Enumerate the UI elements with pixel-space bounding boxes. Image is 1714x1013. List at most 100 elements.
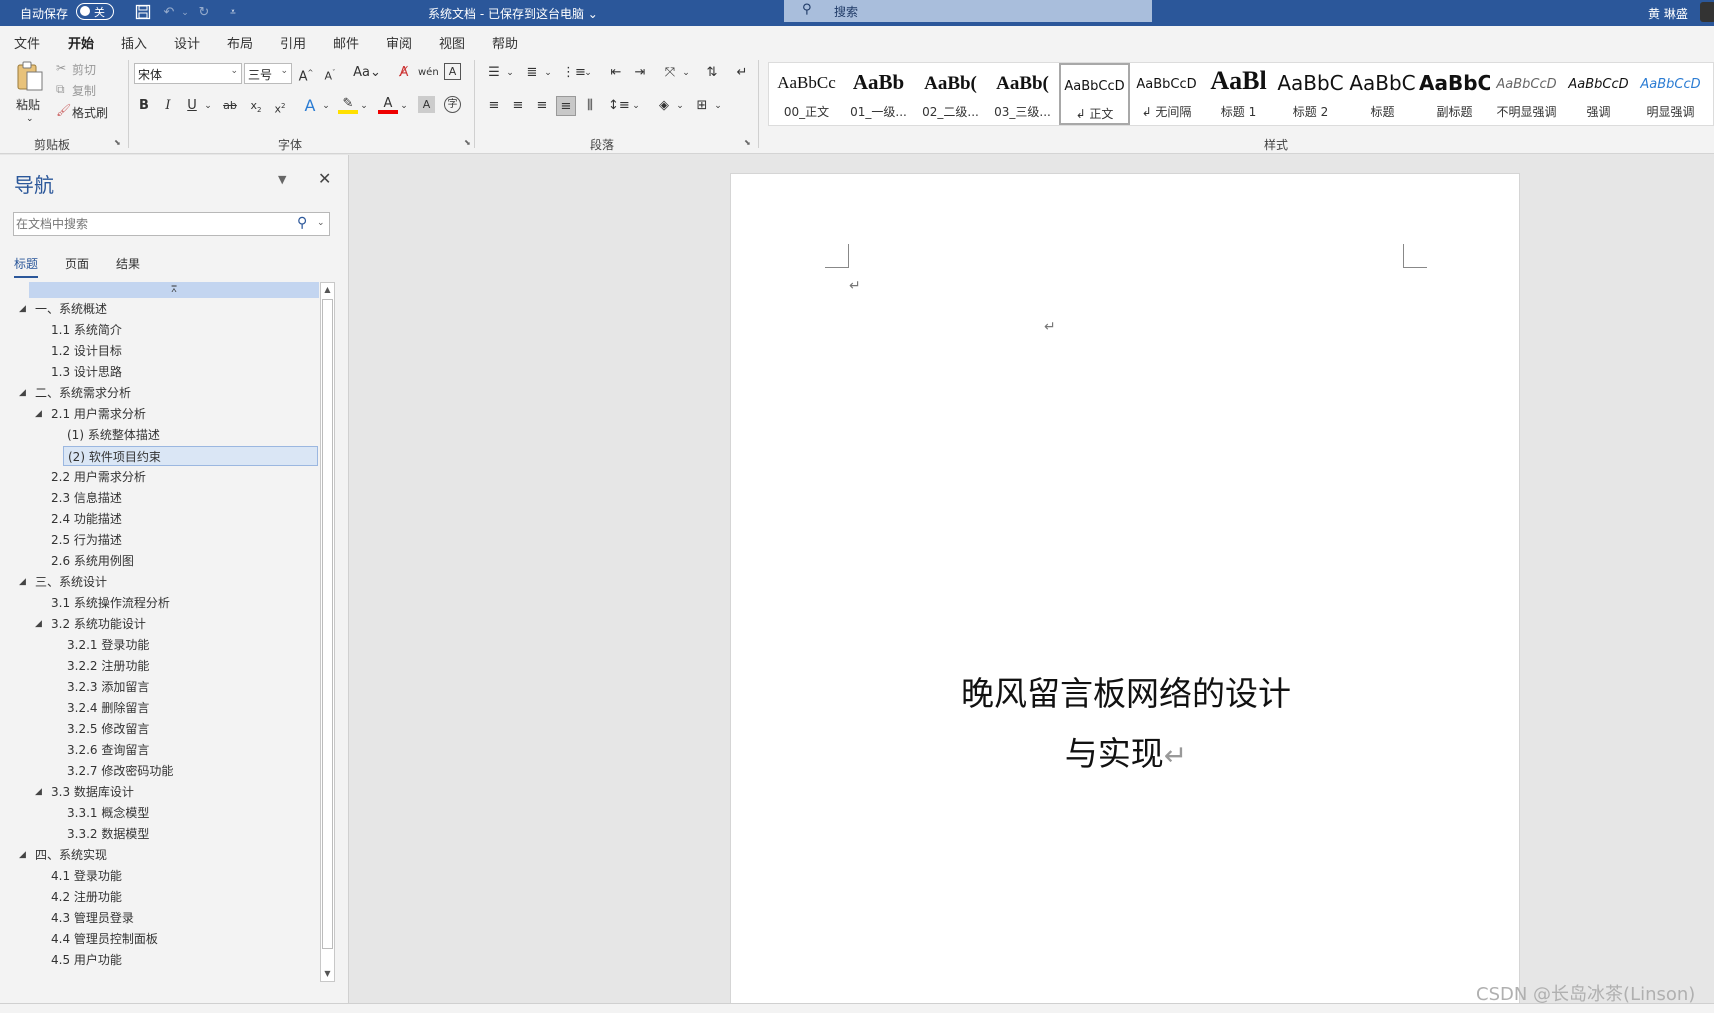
font-launcher-icon[interactable]: ⬊ — [464, 138, 471, 147]
collapse-triangle-icon[interactable]: ◢ — [35, 614, 42, 634]
paste-button[interactable]: 粘贴 — [16, 96, 40, 113]
nav-heading-item[interactable]: 4.2 注册功能 — [51, 887, 122, 907]
style-intense-emphasis[interactable]: AaBbCcD 明显强调 — [1635, 63, 1706, 125]
font-color-dropdown-icon[interactable]: ⌄ — [394, 96, 414, 116]
tell-me-search[interactable]: ⚲ 搜索 — [784, 0, 1152, 22]
numbering-dropdown-icon[interactable]: ⌄ — [538, 63, 558, 83]
nav-tab-pages[interactable]: 页面 — [65, 255, 89, 272]
autosave-toggle[interactable]: 关 — [76, 3, 114, 20]
character-border-icon[interactable]: A — [444, 63, 461, 80]
nav-heading-item[interactable]: 2.4 功能描述 — [51, 509, 122, 529]
nav-heading-item[interactable]: 3.2.6 查询留言 — [67, 740, 149, 760]
nav-heading-item[interactable]: 4.4 管理员控制面板 — [51, 929, 158, 949]
italic-icon[interactable]: I — [158, 96, 178, 116]
style-heading-1[interactable]: AaBl 标题 1 — [1203, 63, 1274, 125]
nav-heading-item[interactable]: 2.5 行为描述 — [51, 530, 122, 550]
tab-layout[interactable]: 布局 — [227, 33, 253, 52]
character-shading-icon[interactable]: A — [418, 96, 435, 113]
sort-icon[interactable]: ⇅ — [702, 63, 722, 83]
align-left-icon[interactable]: ≡ — [484, 96, 504, 116]
tab-view[interactable]: 视图 — [439, 33, 465, 52]
nav-heading-item[interactable]: 五、总结 — [35, 971, 83, 972]
document-title[interactable]: 系统文档 - 已保存到这台电脑 ⌄ — [428, 5, 598, 22]
nav-heading-item[interactable]: ◢ 一、系统概述 — [19, 299, 107, 319]
distributed-icon[interactable]: ⫼ — [580, 96, 600, 116]
document-title-line-1[interactable]: 晚风留言板网络的设计 — [731, 667, 1521, 715]
superscript-icon[interactable]: x2 — [270, 96, 290, 116]
nav-heading-item[interactable]: 2.3 信息描述 — [51, 488, 122, 508]
tab-home[interactable]: 开始 — [68, 33, 95, 57]
format-painter-button[interactable]: 格式刷 — [72, 104, 108, 121]
user-name[interactable]: 黄 琳盛 — [1648, 5, 1688, 22]
nav-heading-item[interactable]: 3.2.7 修改密码功能 — [67, 761, 173, 781]
line-spacing-icon[interactable]: ↕≡ — [608, 96, 630, 116]
chevron-down-icon[interactable]: ⌄ — [317, 218, 325, 228]
strikethrough-icon[interactable]: ab — [220, 96, 240, 116]
nav-tab-headings[interactable]: 标题 — [14, 255, 39, 278]
collapse-all-icon[interactable]: ⩞ — [29, 282, 319, 298]
nav-heading-item[interactable]: ◢ 四、系统实现 — [19, 845, 107, 865]
save-icon[interactable] — [134, 4, 152, 22]
shrink-font-icon[interactable]: Aˇ — [320, 63, 340, 83]
nav-heading-item[interactable]: ◢ 3.2 系统功能设计 — [35, 614, 146, 634]
collapse-triangle-icon[interactable]: ◢ — [19, 299, 26, 319]
justify-icon[interactable]: ≡ — [556, 96, 576, 116]
line-spacing-dropdown-icon[interactable]: ⌄ — [626, 96, 646, 116]
style-01-heading[interactable]: AaBb 01_一级... — [843, 63, 914, 125]
decrease-indent-icon[interactable]: ⇤ — [606, 63, 626, 83]
nav-heading-item[interactable]: 4.3 管理员登录 — [51, 908, 134, 928]
nav-heading-item[interactable]: 2.6 系统用例图 — [51, 551, 134, 571]
style-emphasis[interactable]: AaBbCcD 强调 — [1563, 63, 1634, 125]
nav-search-input[interactable] — [16, 215, 286, 233]
style-title[interactable]: AaBbC 标题 — [1347, 63, 1418, 125]
nav-heading-item[interactable]: (1) 系统整体描述 — [67, 425, 160, 445]
tab-references[interactable]: 引用 — [280, 33, 306, 52]
nav-tab-results[interactable]: 结果 — [116, 255, 140, 272]
nav-heading-item[interactable]: ◢ 2.1 用户需求分析 — [35, 404, 146, 424]
document-title-line-2[interactable]: 与实现↵ — [731, 727, 1521, 775]
copy-button[interactable]: 复制 — [72, 82, 96, 99]
subscript-icon[interactable]: x2 — [246, 96, 266, 116]
nav-heading-item[interactable]: ◢ 二、系统需求分析 — [19, 383, 131, 403]
shading-dropdown-icon[interactable]: ⌄ — [670, 96, 690, 116]
tab-review[interactable]: 审阅 — [386, 33, 412, 52]
style-00-body[interactable]: AaBbCc 00_正文 — [771, 63, 842, 125]
nav-heading-item[interactable]: 2.2 用户需求分析 — [51, 467, 146, 487]
style-02-heading[interactable]: AaBb(02_二级... — [915, 63, 986, 125]
style-03-heading[interactable]: AaBb(03_三级... — [987, 63, 1058, 125]
nav-scrollbar[interactable]: ▲ ▼ — [320, 282, 335, 982]
style-no-spacing[interactable]: AaBbCcD ↲ 无间隔 — [1131, 63, 1202, 125]
nav-heading-item[interactable]: 3.2.5 修改留言 — [67, 719, 149, 739]
nav-heading-item[interactable]: 4.5 用户功能 — [51, 950, 122, 970]
font-name-combo[interactable]: 宋体 ⌄ — [134, 63, 242, 84]
nav-heading-item[interactable]: 3.2.4 删除留言 — [67, 698, 149, 718]
clear-formatting-icon[interactable]: A̸ — [394, 63, 414, 83]
nav-heading-item[interactable]: 3.3.2 数据模型 — [67, 824, 149, 844]
avatar[interactable] — [1700, 2, 1714, 22]
highlight-dropdown-icon[interactable]: ⌄ — [354, 96, 374, 116]
multilevel-dropdown-icon[interactable]: ⌄ — [578, 63, 598, 83]
undo-dropdown-icon[interactable]: ⌄ — [176, 4, 194, 22]
underline-dropdown-icon[interactable]: ⌄ — [198, 96, 218, 116]
nav-heading-item[interactable]: 4.1 登录功能 — [51, 866, 122, 886]
cut-button[interactable]: 剪切 — [72, 61, 96, 78]
nav-heading-item[interactable]: 3.2.3 添加留言 — [67, 677, 149, 697]
collapse-triangle-icon[interactable]: ◢ — [35, 404, 42, 424]
close-icon[interactable]: ✕ — [318, 169, 331, 188]
document-page[interactable]: ↵ ↵ 晚风留言板网络的设计 与实现↵ — [730, 173, 1520, 1013]
scroll-thumb[interactable] — [322, 299, 333, 949]
style-normal[interactable]: AaBbCcD ↲ 正文 — [1059, 63, 1130, 125]
style-subtitle[interactable]: AaBbC 副标题 — [1419, 63, 1490, 125]
tab-design[interactable]: 设计 — [174, 33, 200, 52]
nav-heading-item[interactable]: 3.2.1 登录功能 — [67, 635, 149, 655]
change-case-icon[interactable]: Aa⌄ — [352, 63, 382, 83]
nav-heading-item[interactable]: (2) 软件项目约束 — [63, 446, 318, 466]
show-marks-icon[interactable]: ↵ — [732, 63, 752, 83]
style-heading-2[interactable]: AaBbC 标题 2 — [1275, 63, 1346, 125]
bullets-dropdown-icon[interactable]: ⌄ — [500, 63, 520, 83]
tab-insert[interactable]: 插入 — [121, 33, 147, 52]
collapse-triangle-icon[interactable]: ◢ — [19, 572, 26, 592]
paste-icon[interactable] — [14, 60, 46, 92]
nav-heading-item[interactable]: 3.1 系统操作流程分析 — [51, 593, 170, 613]
paste-dropdown-icon[interactable]: ⌄ — [26, 114, 34, 124]
